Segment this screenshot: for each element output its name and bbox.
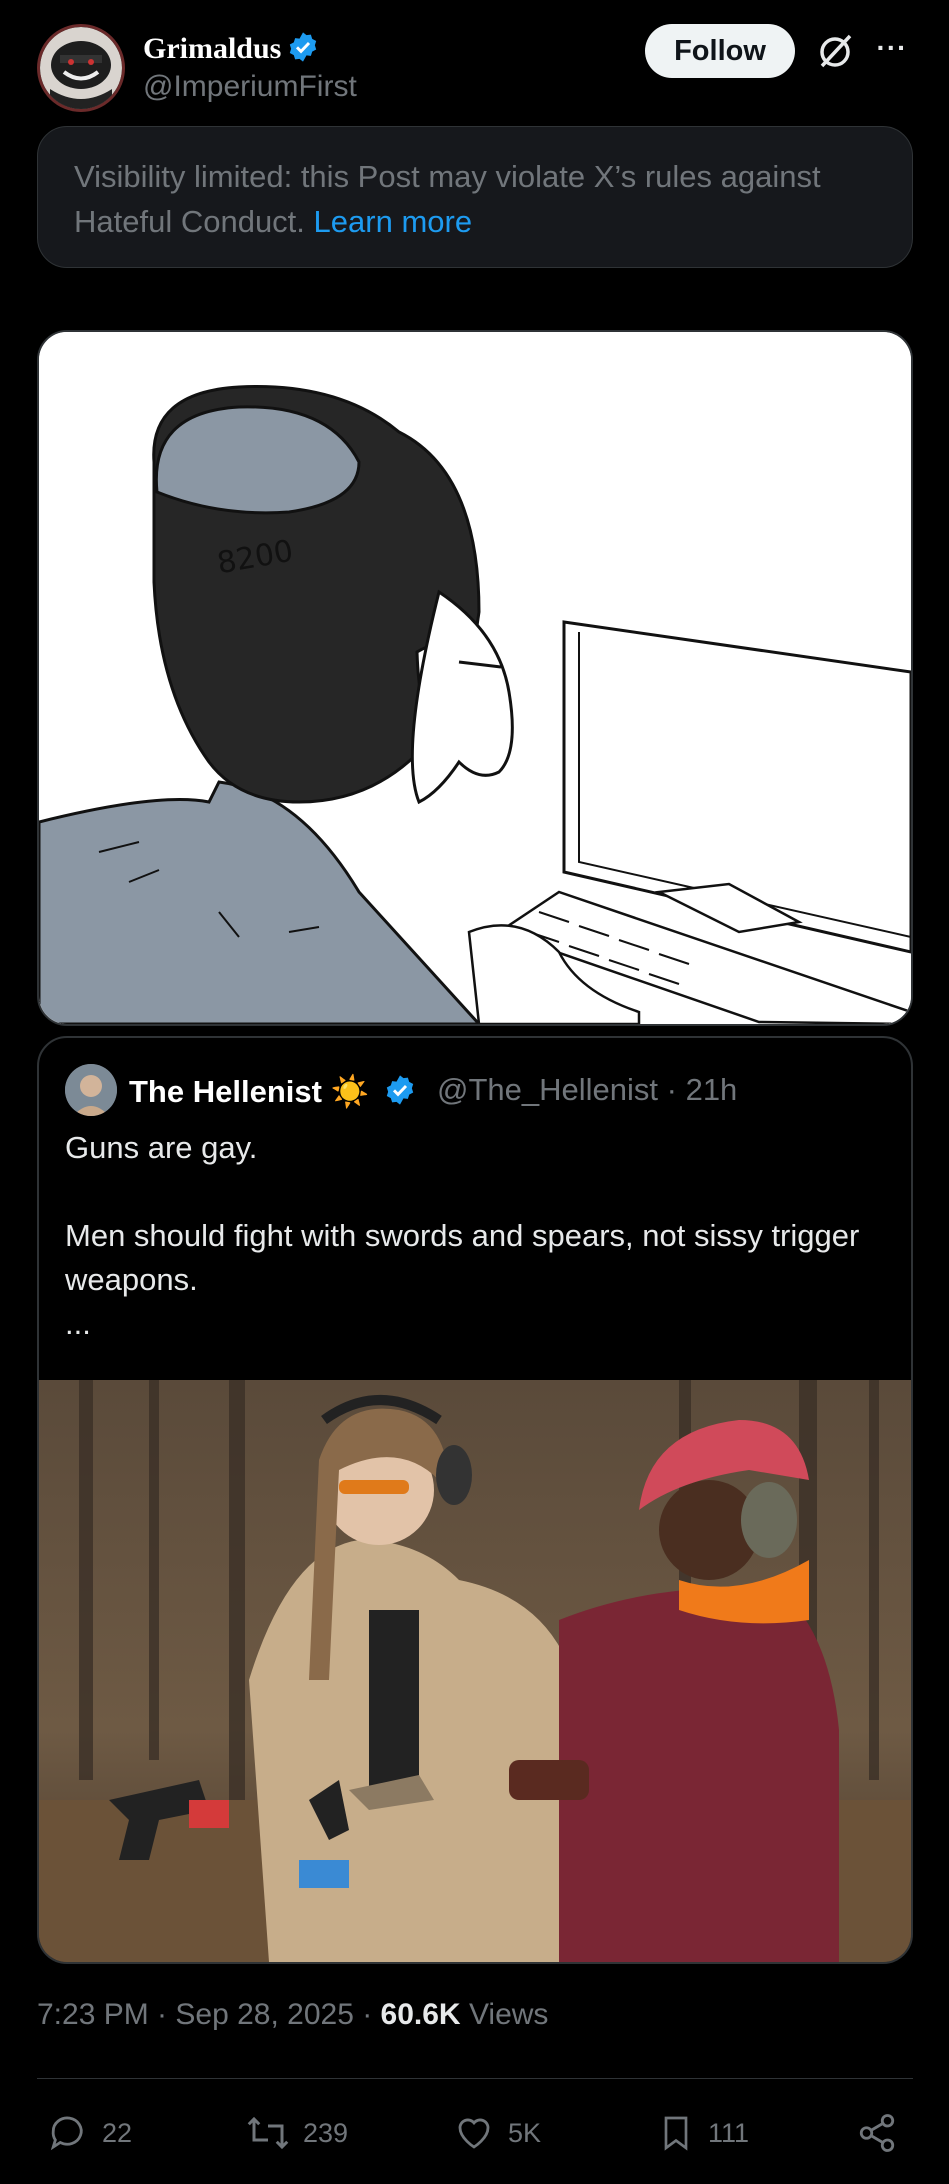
grok-icon[interactable]	[814, 30, 856, 72]
quoted-post[interactable]: The Hellenist ☀️ @The_Hellenist · 21h Gu…	[37, 1036, 913, 1964]
bookmark-icon	[664, 2116, 688, 2151]
author-avatar[interactable]	[37, 24, 125, 112]
share-button[interactable]	[856, 2108, 910, 2158]
author-name[interactable]: Grimaldus	[143, 26, 319, 66]
author-handle[interactable]: @ImperiumFirst	[143, 70, 357, 104]
quoted-photo[interactable]	[39, 1380, 911, 1962]
bookmark-count: 111	[708, 2117, 750, 2148]
post-timestamp[interactable]: 7:23 PM · Sep 28, 2025 ·	[37, 1998, 372, 2031]
like-count: 5K	[508, 2117, 542, 2148]
repost-icon	[247, 2116, 289, 2150]
quoted-author-name[interactable]: The Hellenist ☀️	[129, 1070, 416, 1110]
quoted-avatar[interactable]	[65, 1064, 117, 1116]
more-icon[interactable]: ···	[872, 30, 912, 72]
quoted-time: · 21h	[666, 1072, 738, 1107]
quoted-handle[interactable]: @The_Hellenist	[437, 1072, 658, 1107]
like-button[interactable]: 5K	[452, 2108, 541, 2158]
post-meta: 7:23 PM · Sep 28, 2025 · 60.6K Views	[37, 1998, 548, 2032]
bookmark-button[interactable]: 111	[656, 2108, 749, 2158]
repost-count: 239	[303, 2117, 349, 2148]
learn-more-link[interactable]: Learn more	[314, 204, 473, 239]
reply-count: 22	[102, 2117, 133, 2148]
heart-icon	[458, 2118, 490, 2149]
post-image[interactable]: 8200	[37, 330, 913, 1026]
quoted-text: Guns are gay. Men should fight with swor…	[65, 1130, 860, 1341]
verified-badge-icon	[290, 32, 317, 62]
quoted-handle-time[interactable]: @The_Hellenist · 21h	[437, 1072, 737, 1108]
sun-emoji: ☀️	[330, 1074, 370, 1109]
visibility-notice: Visibility limited: this Post may violat…	[37, 126, 913, 268]
reply-icon	[50, 2116, 83, 2151]
divider	[37, 2078, 913, 2079]
follow-button[interactable]: Follow	[645, 24, 795, 78]
share-icon	[859, 2114, 895, 2152]
reply-button[interactable]: 22	[48, 2108, 132, 2158]
verified-badge-icon	[386, 1075, 413, 1105]
repost-button[interactable]: 239	[245, 2108, 348, 2158]
views-label: Views	[468, 1998, 549, 2031]
views-count: 60.6K	[380, 1998, 461, 2031]
